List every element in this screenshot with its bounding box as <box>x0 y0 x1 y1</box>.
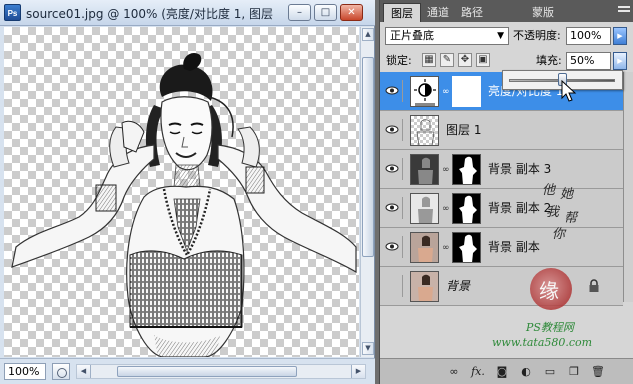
trash-icon[interactable]: 🗑 <box>590 364 606 379</box>
layer-thumbnail <box>410 271 439 302</box>
layer-thumbnail <box>410 232 439 263</box>
document-statusbar: 100% ◀ ▶ <box>0 358 375 384</box>
brightness-contrast-icon <box>410 76 439 107</box>
visibility-eye-icon[interactable] <box>383 236 403 258</box>
horizontal-scroll-thumb[interactable] <box>117 366 297 377</box>
lock-label: 锁定: <box>386 54 412 67</box>
credit-line-2: www.tata580.com <box>492 336 593 349</box>
photoshop-app-icon: Ps <box>4 4 21 21</box>
seal-char: 缘 <box>539 279 559 303</box>
visibility-eye-icon[interactable] <box>383 158 403 180</box>
layer-thumbnail <box>410 154 439 185</box>
vertical-scroll-thumb[interactable] <box>362 57 374 257</box>
watermark-char: 帮 <box>564 211 578 226</box>
layer-name: 背景 副本 3 <box>488 162 552 176</box>
watermark-char: 我 <box>546 205 560 220</box>
layer-thumbnail <box>410 193 439 224</box>
lock-transparent-pixels-icon[interactable]: ▦ <box>422 53 436 67</box>
zoom-level-field[interactable]: 100% <box>4 363 46 380</box>
panel-tab-bar: 图层 通道 路径 蒙版 <box>380 0 633 22</box>
panel-menu-icon[interactable] <box>618 6 630 16</box>
document-titlebar[interactable]: Ps source01.jpg @ 100% (亮度/对比度 1, 图层 – □… <box>0 0 375 26</box>
watermark-char: 她 <box>560 187 574 202</box>
layer-mask-thumbnail[interactable] <box>452 76 481 107</box>
restore-button[interactable]: □ <box>314 4 337 21</box>
fill-field[interactable]: 50% <box>566 52 611 70</box>
sketch-portrait-image <box>11 52 357 357</box>
visibility-eye-icon[interactable] <box>383 119 403 141</box>
tab-paths[interactable]: 路径 <box>454 3 490 22</box>
scroll-left-arrow-icon[interactable]: ◀ <box>77 365 91 378</box>
minimize-button[interactable]: – <box>288 4 311 21</box>
scroll-down-arrow-icon[interactable]: ▼ <box>362 342 374 355</box>
chevron-down-icon: ▼ <box>497 31 504 41</box>
link-chain-icon[interactable]: ∞ <box>442 86 450 98</box>
link-chain-icon[interactable]: ∞ <box>442 203 450 215</box>
blend-mode-select[interactable]: 正片叠底 ▼ <box>385 27 509 45</box>
lock-position-icon[interactable]: ✥ <box>458 53 472 67</box>
mask-icon[interactable]: ◙ <box>494 364 510 379</box>
layer-name: 图层 1 <box>446 123 482 137</box>
blend-mode-value: 正片叠底 <box>390 29 434 42</box>
layer-mask-thumbnail[interactable] <box>452 154 481 185</box>
lock-all-icon[interactable]: ▣ <box>476 53 490 67</box>
site-credit: PS教程网 www.tata580.com <box>492 320 632 350</box>
close-button[interactable]: ✕ <box>340 4 363 21</box>
new-layer-icon[interactable]: ❐ <box>566 364 582 379</box>
layers-scrollbar[interactable] <box>623 72 633 302</box>
fx-icon[interactable]: fx. <box>470 364 486 379</box>
watermark-char: 你 <box>552 227 566 242</box>
fill-label: 填充: <box>536 54 562 67</box>
tab-channels[interactable]: 通道 <box>420 3 456 22</box>
watermark-char: 他 <box>542 183 556 198</box>
layer-name: 背景 <box>446 279 471 293</box>
tab-masks[interactable]: 蒙版 <box>525 3 561 22</box>
visibility-toggle-empty[interactable] <box>383 275 403 297</box>
document-title: source01.jpg @ 100% (亮度/对比度 1, 图层 <box>26 7 274 21</box>
scroll-up-arrow-icon[interactable]: ▲ <box>362 28 374 41</box>
adjustment-icon[interactable]: ◐ <box>518 364 534 379</box>
visibility-eye-icon[interactable] <box>383 80 403 102</box>
layers-bottom-toolbar: ∞ fx. ◙ ◐ ▭ ❐ 🗑 <box>380 358 633 384</box>
vertical-scrollbar[interactable]: ▲ ▼ <box>360 27 374 357</box>
lock-image-pixels-icon[interactable]: ✎ <box>440 53 454 67</box>
credit-line-1: PS教程网 <box>526 321 574 334</box>
status-info-menu-icon[interactable] <box>52 363 70 380</box>
scroll-right-arrow-icon[interactable]: ▶ <box>351 365 365 378</box>
opacity-label: 不透明度: <box>513 29 561 42</box>
layer-mask-thumbnail[interactable] <box>452 193 481 224</box>
opacity-field[interactable]: 100% <box>566 27 611 45</box>
layer-thumbnail <box>410 115 439 146</box>
layers-panel: 图层 通道 路径 蒙版 正片叠底 ▼ 不透明度: 100% ▶ 锁定: ▦ ✎ … <box>379 0 633 384</box>
red-seal-stamp: 缘 <box>530 268 572 310</box>
fill-flyout-icon[interactable]: ▶ <box>613 52 627 70</box>
link-icon[interactable]: ∞ <box>446 364 462 379</box>
folder-icon[interactable]: ▭ <box>542 364 558 379</box>
horizontal-scrollbar[interactable]: ◀ ▶ <box>76 364 366 379</box>
image-canvas[interactable] <box>4 27 359 357</box>
link-chain-icon[interactable]: ∞ <box>442 242 450 254</box>
opacity-flyout-icon[interactable]: ▶ <box>613 27 627 45</box>
visibility-eye-icon[interactable] <box>383 197 403 219</box>
layer-mask-thumbnail[interactable] <box>452 232 481 263</box>
tab-layers[interactable]: 图层 <box>383 3 421 22</box>
blend-opacity-row: 正片叠底 ▼ 不透明度: 100% ▶ <box>380 24 633 48</box>
mouse-cursor-icon <box>561 80 577 102</box>
layer-row[interactable]: 图层 1 <box>380 111 623 150</box>
link-chain-icon[interactable]: ∞ <box>442 164 450 176</box>
document-window[interactable]: Ps source01.jpg @ 100% (亮度/对比度 1, 图层 – □… <box>0 0 375 384</box>
layer-row[interactable]: ∞ 背景 副本 3 <box>380 150 623 189</box>
